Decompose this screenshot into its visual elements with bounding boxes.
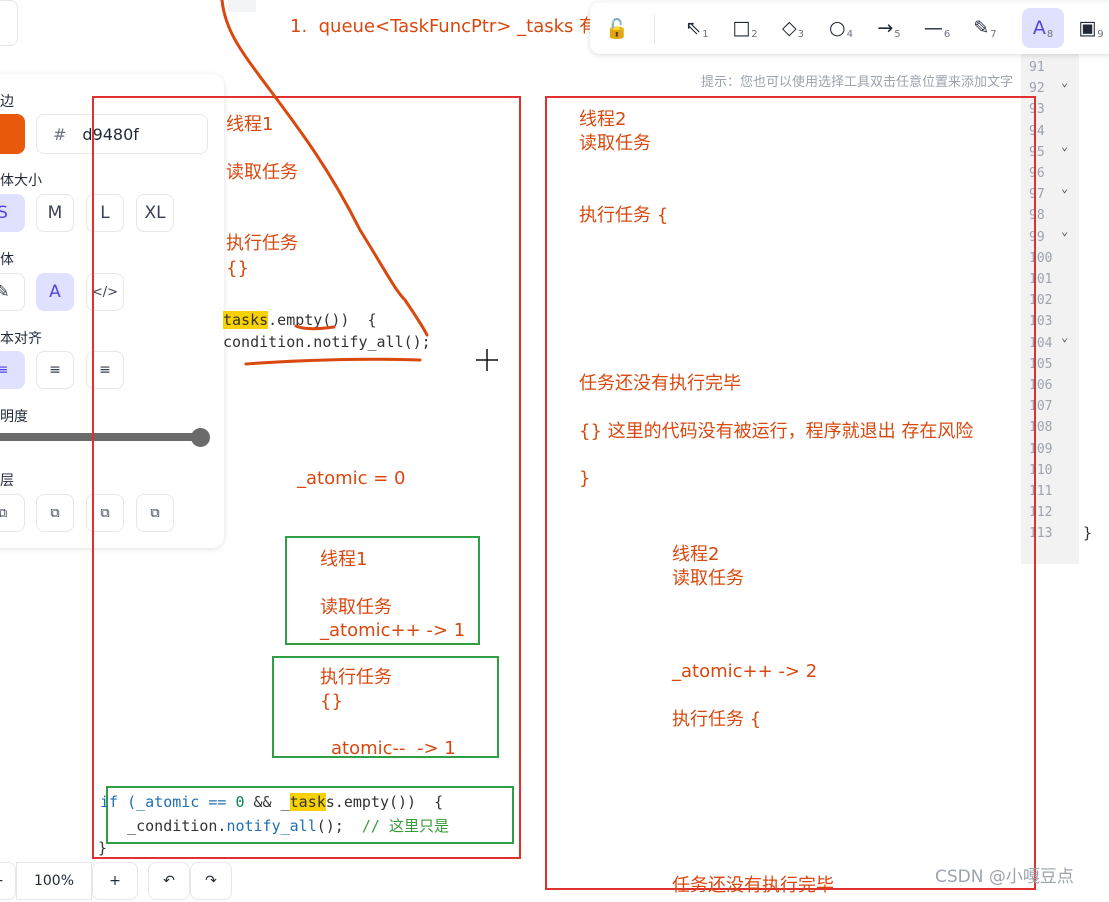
undo-icon: ↶	[163, 873, 175, 889]
crosshair-cursor	[476, 349, 498, 371]
underline-empty	[294, 324, 336, 331]
freehand-curve	[220, 0, 429, 337]
freehand-strokes[interactable]	[0, 0, 1109, 893]
menu-button[interactable]	[0, 0, 18, 46]
redo-icon: ↷	[205, 873, 217, 889]
undo-button[interactable]: ↶	[148, 862, 190, 900]
zoom-in-button[interactable]: +	[92, 862, 138, 900]
zoom-out-button[interactable]: −	[0, 862, 16, 900]
underline-notify	[244, 357, 422, 366]
watermark: CSDN @小嘎豆点	[935, 867, 1074, 887]
zoom-bar: − 100% + ↶ ↷	[0, 862, 258, 902]
zoom-level[interactable]: 100%	[16, 862, 92, 900]
redo-button[interactable]: ↷	[190, 862, 232, 900]
